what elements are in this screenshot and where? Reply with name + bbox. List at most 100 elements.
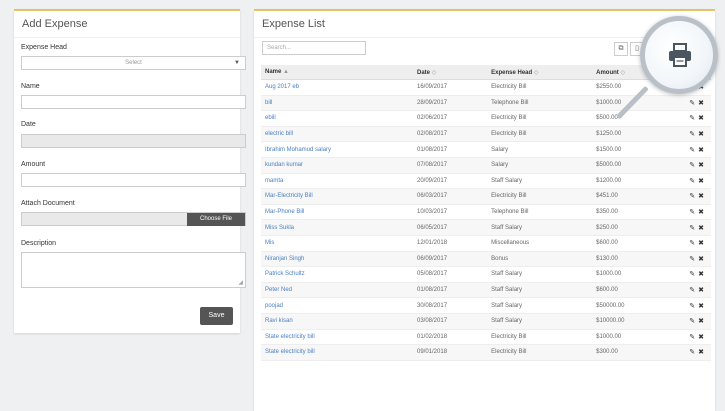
row-name-link[interactable]: bill (261, 95, 413, 112)
pencil-icon[interactable]: ✎ (689, 100, 698, 107)
pencil-icon[interactable]: ✎ (689, 193, 698, 200)
row-name-link[interactable]: kundan kumar (261, 157, 413, 174)
row-date: 06/03/2017 (413, 188, 488, 205)
row-date: 16/09/2017 (413, 79, 488, 96)
table-row: electric bill 02/08/2017 Electricity Bill $… (261, 126, 711, 143)
pencil-icon[interactable]: ✎ (689, 147, 698, 154)
row-expense-head: Staff Salary (487, 173, 593, 190)
expense-table-body: Aug 2017 eb 16/09/2017 Electricity Bill $25… (261, 79, 711, 361)
copy-icon[interactable]: ⧉ (614, 42, 628, 56)
row-actions: ✎✖ (685, 188, 711, 205)
pencil-icon[interactable]: ✎ (689, 209, 698, 216)
pencil-icon[interactable]: ✎ (689, 318, 698, 325)
add-expense-title: Add Expense (14, 11, 240, 38)
pencil-icon[interactable]: ✎ (689, 240, 698, 247)
close-icon[interactable]: ✖ (698, 193, 707, 200)
resize-handle-icon[interactable]: ◢ (238, 279, 243, 286)
expense-head-select[interactable]: Select ▼ (21, 56, 246, 70)
row-date: 06/05/2017 (413, 219, 488, 236)
close-icon[interactable]: ✖ (698, 131, 707, 138)
pencil-icon[interactable]: ✎ (689, 178, 698, 185)
table-row: Ibrahim Mohamud salary 01/08/2017 Salary $1… (261, 141, 711, 158)
row-amount: $1000.00 (592, 329, 686, 346)
row-expense-head: Salary (487, 157, 593, 174)
chevron-down-icon: ▼ (234, 60, 240, 66)
close-icon[interactable]: ✖ (698, 318, 707, 325)
row-name-link[interactable]: State electricity bill (261, 344, 413, 361)
row-name-link[interactable]: ebill (261, 110, 413, 127)
close-icon[interactable]: ✖ (698, 240, 707, 247)
pencil-icon[interactable]: ✎ (689, 271, 698, 278)
table-row: Patrick Schultz 05/08/2017 Staff Salary $10… (261, 266, 711, 283)
close-icon[interactable]: ✖ (698, 209, 707, 216)
search-input[interactable]: Search... (262, 41, 366, 55)
row-name-link[interactable]: Niranjan Singh (261, 251, 413, 268)
pencil-icon[interactable]: ✎ (689, 162, 698, 169)
row-name-link[interactable]: Ibrahim Mohamud salary (261, 141, 413, 158)
row-amount: $130.00 (592, 251, 686, 268)
row-date: 05/08/2017 (413, 266, 488, 283)
row-actions: ✎✖ (685, 141, 711, 158)
row-amount: $300.00 (592, 344, 686, 361)
row-actions: ✎✖ (685, 95, 711, 112)
choose-file-button[interactable]: Choose File (187, 213, 245, 226)
pencil-icon[interactable]: ✎ (689, 131, 698, 138)
row-actions: ✎✖ (685, 251, 711, 268)
row-actions: ✎✖ (685, 313, 711, 330)
close-icon[interactable]: ✖ (698, 115, 707, 122)
printer-icon[interactable] (667, 42, 693, 68)
close-icon[interactable]: ✖ (698, 100, 707, 107)
row-amount: $1500.00 (592, 141, 686, 158)
close-icon[interactable]: ✖ (698, 162, 707, 169)
pencil-icon[interactable]: ✎ (689, 303, 698, 310)
close-icon[interactable]: ✖ (698, 271, 707, 278)
row-name-link[interactable]: Aug 2017 eb (261, 79, 413, 96)
close-icon[interactable]: ✖ (698, 303, 707, 310)
close-icon[interactable]: ✖ (698, 256, 707, 263)
close-icon[interactable]: ✖ (698, 349, 707, 356)
row-expense-head: Salary (487, 141, 593, 158)
close-icon[interactable]: ✖ (698, 334, 707, 341)
row-name-link[interactable]: Ravi kisan (261, 313, 413, 330)
save-button[interactable]: Save (200, 307, 233, 325)
row-amount: $1250.00 (592, 126, 686, 143)
attach-document-label: Attach Document (21, 200, 75, 207)
row-expense-head: Telephone Bill (487, 95, 593, 112)
row-name-link[interactable]: Mar-Phone Bill (261, 204, 413, 221)
close-icon[interactable]: ✖ (698, 225, 707, 232)
close-icon[interactable]: ✖ (698, 178, 707, 185)
column-header-date[interactable]: Date ◇ (413, 65, 488, 80)
column-header-name[interactable]: Name ▲ (261, 65, 413, 80)
pencil-icon[interactable]: ✎ (689, 287, 698, 294)
row-name-link[interactable]: Mar-Electricity Bill (261, 188, 413, 205)
row-name-link[interactable]: State electricity bill (261, 329, 413, 346)
description-textarea[interactable]: ◢ (21, 252, 246, 288)
row-expense-head: Electricity Bill (487, 126, 593, 143)
close-icon[interactable]: ✖ (698, 147, 707, 154)
row-name-link[interactable]: Miss Sukla (261, 219, 413, 236)
attach-document-field[interactable]: Choose File (21, 212, 246, 226)
table-row: poojad 30/08/2017 Staff Salary $50000.00 ✎✖ (261, 297, 711, 314)
name-input[interactable] (21, 95, 246, 109)
close-icon[interactable]: ✖ (698, 287, 707, 294)
pencil-icon[interactable]: ✎ (689, 334, 698, 341)
pencil-icon[interactable]: ✎ (689, 115, 698, 122)
row-name-link[interactable]: Peter Ned (261, 282, 413, 299)
pencil-icon[interactable]: ✎ (689, 256, 698, 263)
table-row: Peter Ned 01/08/2017 Staff Salary $600.00 ✎✖ (261, 282, 711, 299)
amount-input[interactable] (21, 173, 246, 187)
pencil-icon[interactable]: ✎ (689, 225, 698, 232)
column-header-expense-head[interactable]: Expense Head ◇ (487, 65, 593, 80)
row-name-link[interactable]: electric bill (261, 126, 413, 143)
row-date: 10/03/2017 (413, 204, 488, 221)
row-name-link[interactable]: Mis (261, 235, 413, 252)
date-input[interactable] (21, 134, 246, 148)
pencil-icon[interactable]: ✎ (689, 349, 698, 356)
row-amount: $10000.00 (592, 313, 686, 330)
row-actions: ✎✖ (685, 235, 711, 252)
row-name-link[interactable]: poojad (261, 297, 413, 314)
row-name-link[interactable]: mamta (261, 173, 413, 190)
row-actions: ✎✖ (685, 110, 711, 127)
row-name-link[interactable]: Patrick Schultz (261, 266, 413, 283)
row-date: 07/08/2017 (413, 157, 488, 174)
